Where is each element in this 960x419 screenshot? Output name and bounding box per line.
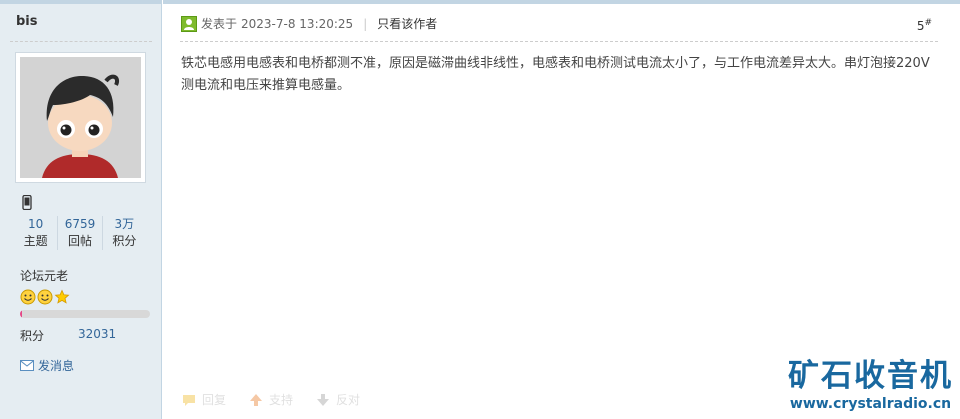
only-author-link[interactable]: 只看该作者 [377, 15, 437, 32]
user-rank[interactable]: 论坛元老 [20, 267, 68, 284]
envelope-icon [20, 360, 34, 371]
support-button[interactable]: 支持 [248, 391, 293, 408]
avatar-image [20, 57, 141, 178]
floor-number[interactable]: 5# [917, 18, 932, 33]
oppose-button[interactable]: 反对 [315, 391, 360, 408]
stat-topics[interactable]: 10 主题 [14, 216, 57, 250]
level-progress-fill [20, 310, 22, 318]
post-header: 发表于 2023-7-8 13:20:25 | 只看该作者 [181, 15, 437, 32]
watermark-url: www.crystalradio.cn [789, 396, 952, 412]
points-value: 32031 [78, 327, 117, 341]
smiley-icon [20, 289, 36, 305]
thumb-down-icon [317, 393, 330, 406]
points-label: 积分 [20, 329, 45, 343]
avatar[interactable] [15, 52, 146, 183]
reply-button[interactable]: 回复 [181, 391, 226, 408]
star-icon [54, 289, 70, 304]
mobile-icon [22, 195, 32, 210]
smiley-icon [37, 289, 53, 305]
stat-replies[interactable]: 6759 回帖 [57, 216, 101, 250]
user-stats: 10 主题 6759 回帖 3万 积分 [14, 216, 146, 250]
reply-icon [183, 394, 195, 406]
site-watermark: 矿石收音机 www.crystalradio.cn [788, 358, 953, 414]
thumb-up-icon [250, 393, 263, 406]
watermark-title: 矿石收音机 [788, 358, 953, 394]
posted-prefix: 发表于 [201, 17, 238, 31]
level-progress-bar [20, 310, 150, 318]
username-link[interactable]: bis [16, 14, 38, 29]
send-message-link[interactable]: 发消息 [20, 357, 74, 374]
header-divider [180, 41, 938, 42]
stat-points[interactable]: 3万 积分 [101, 216, 146, 250]
posted-time: 2023-7-8 13:20:25 [241, 16, 354, 31]
post-actions: 回复 支持 反对 [181, 391, 360, 408]
post-content: 铁芯电感用电感表和电桥都测不准，原因是磁滞曲线非线性，电感表和电桥测试电流太小了… [181, 56, 930, 93]
level-icons [20, 289, 70, 305]
separator: | [363, 16, 368, 31]
top-border [163, 0, 960, 4]
divider [10, 41, 152, 42]
online-status-icon [181, 15, 197, 32]
user-sidebar: bis 10 主题 6759 回帖 3万 积分 论坛元老 积分 32031 发消… [0, 0, 162, 419]
send-message-label: 发消息 [38, 359, 75, 373]
